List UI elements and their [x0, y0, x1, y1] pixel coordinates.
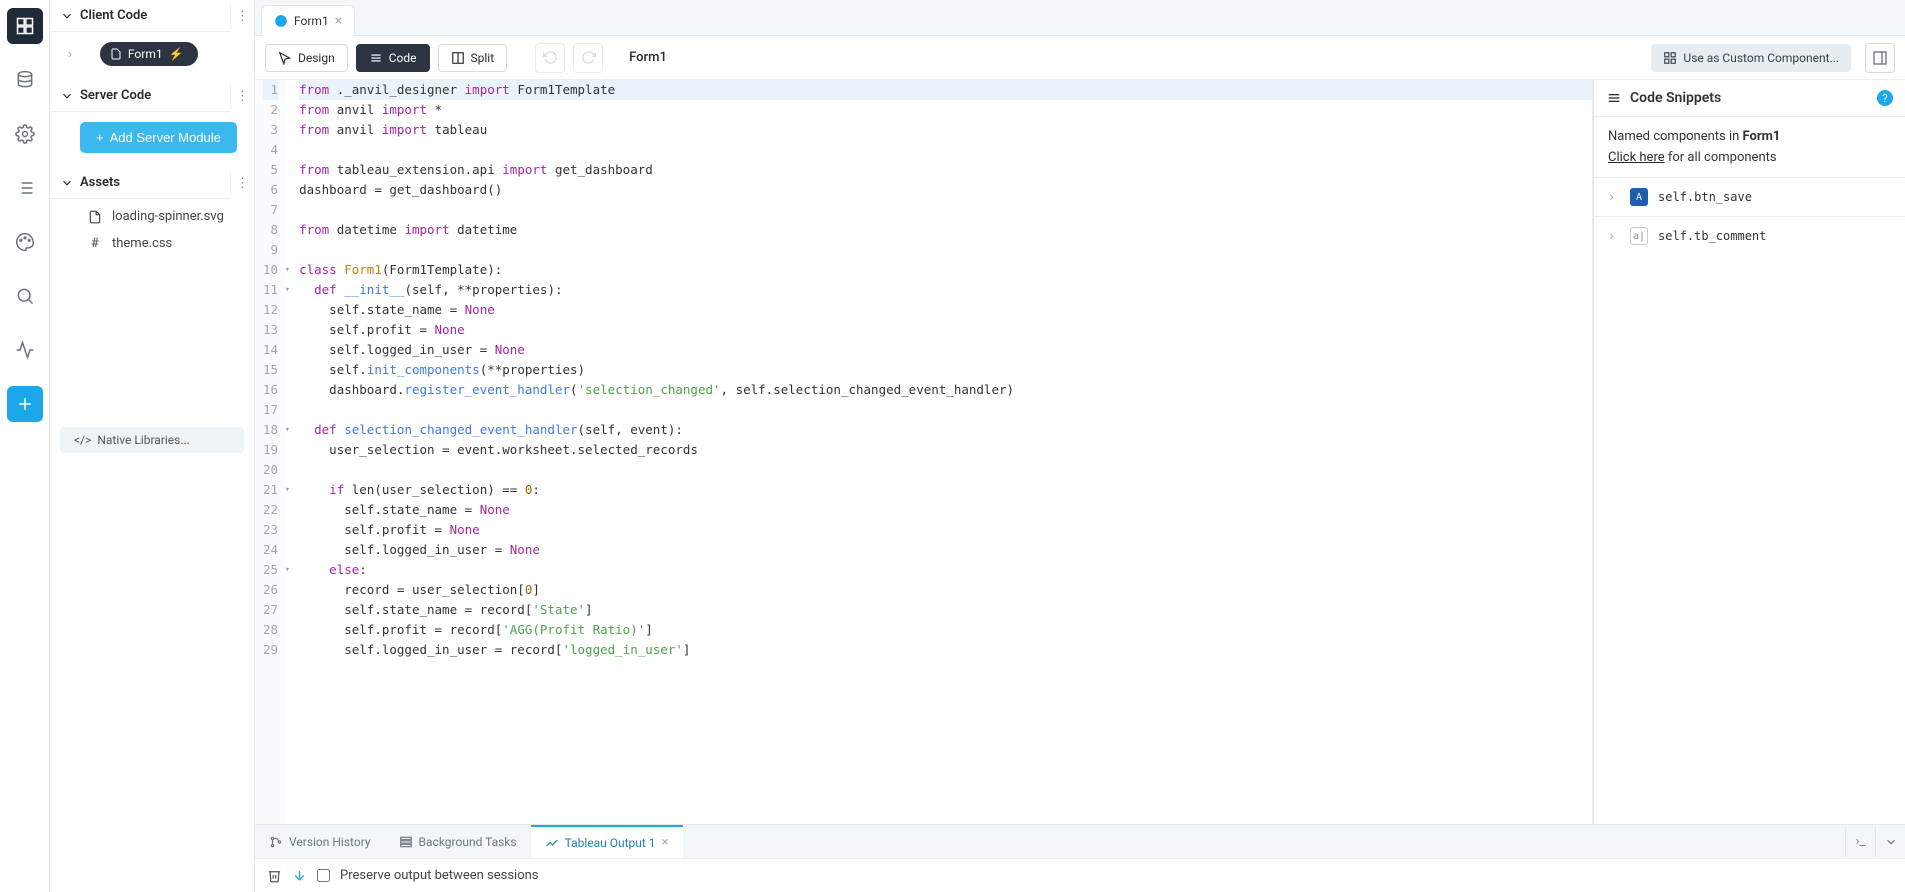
bottom-tabs: Version History Background Tasks Tableau…: [255, 824, 1905, 858]
output-bar: Preserve output between sessions: [255, 858, 1905, 892]
cursor-icon: [278, 51, 292, 65]
console-toggle[interactable]: ›_: [1845, 827, 1875, 857]
component-snippet[interactable]: ›a|self.tb_comment: [1594, 216, 1905, 255]
tab-tableau-output[interactable]: Tableau Output 1 ×: [531, 825, 683, 858]
toolbar: Design Code Split Form1 Use as Custom Co…: [255, 36, 1905, 80]
split-mode-button[interactable]: Split: [438, 44, 508, 72]
section-title: Assets: [80, 175, 220, 190]
nav-add-button[interactable]: [7, 386, 43, 422]
tab-bar: Form1 ×: [255, 0, 1905, 36]
button-label: Add Server Module: [110, 130, 221, 145]
section-client-code[interactable]: Client Code: [50, 0, 230, 32]
design-mode-button[interactable]: Design: [265, 44, 348, 72]
app-root: Client Code ⋮ › Form1 ⚡ Server Code ⋮: [0, 0, 1905, 892]
snippets-title: Code Snippets: [1630, 90, 1869, 106]
nav-theme-icon[interactable]: [7, 224, 43, 260]
trash-icon[interactable]: [267, 868, 282, 883]
list-icon: [369, 51, 383, 65]
code-lines: from ._anvil_designer import Form1Templa…: [285, 80, 1592, 824]
asset-name: loading-spinner.svg: [112, 209, 224, 224]
click-here-link[interactable]: Click here: [1608, 150, 1665, 165]
preserve-label: Preserve output between sessions: [340, 868, 539, 883]
chevron-down-icon: [60, 176, 74, 190]
chart-icon: [545, 836, 559, 850]
custom-component-button[interactable]: Use as Custom Component...: [1651, 44, 1851, 72]
branch-icon: [269, 835, 283, 849]
named-components-text: Named components in Form1: [1608, 129, 1891, 144]
file-tab[interactable]: Form1 ×: [261, 5, 355, 36]
component-snippet[interactable]: ›Aself.btn_save: [1594, 177, 1905, 216]
chevron-down-icon: [60, 89, 74, 103]
hash-icon: #: [88, 236, 102, 251]
toggle-panel-button[interactable]: [1865, 43, 1895, 73]
nav-settings-icon[interactable]: [7, 116, 43, 152]
code-mode-button[interactable]: Code: [356, 44, 430, 72]
line-gutter: 1234567891011121314151617181920212223242…: [255, 80, 285, 824]
editor-row: 1234567891011121314151617181920212223242…: [255, 80, 1905, 824]
form-name: Form1: [128, 47, 163, 61]
section-server-code[interactable]: Server Code: [50, 80, 230, 112]
form-item[interactable]: Form1 ⚡: [100, 42, 198, 66]
nav-list-icon[interactable]: [7, 170, 43, 206]
collapse-panel[interactable]: [1875, 827, 1905, 857]
main: Form1 × Design Code Split Form1: [255, 0, 1905, 892]
tab-version-history[interactable]: Version History: [255, 825, 385, 858]
add-server-module-button[interactable]: + Add Server Module: [80, 122, 237, 153]
redo-button[interactable]: [573, 43, 603, 73]
section-menu[interactable]: ⋮: [230, 171, 254, 195]
native-libraries-button[interactable]: </> Native Libraries...: [60, 427, 244, 453]
section-title: Client Code: [80, 8, 220, 23]
file-icon: [88, 210, 102, 224]
section-menu[interactable]: ⋮: [230, 4, 254, 28]
asset-item[interactable]: loading-spinner.svg: [60, 203, 244, 230]
list-icon: [1606, 90, 1622, 106]
nav-app-icon[interactable]: [7, 8, 43, 44]
form-icon: [274, 14, 288, 28]
section-menu[interactable]: ⋮: [230, 84, 254, 108]
code-editor[interactable]: 1234567891011121314151617181920212223242…: [255, 80, 1592, 824]
icon-rail: [0, 0, 50, 892]
snippets-body: Named components in Form1 Click here for…: [1594, 117, 1905, 177]
help-icon[interactable]: ?: [1877, 90, 1893, 106]
undo-button[interactable]: [535, 43, 565, 73]
asset-item[interactable]: # theme.css: [60, 230, 244, 257]
file-icon: [110, 48, 122, 60]
server-body: + Add Server Module: [50, 112, 254, 167]
component-list: ›Aself.btn_save›a|self.tb_comment: [1594, 177, 1905, 255]
file-tab-label: Form1: [294, 14, 329, 28]
nav-search-icon[interactable]: [7, 278, 43, 314]
preserve-output-checkbox[interactable]: [317, 869, 330, 882]
bolt-icon: ⚡: [169, 47, 184, 61]
close-tab[interactable]: ×: [662, 835, 669, 850]
code-pane: 1234567891011121314151617181920212223242…: [255, 80, 1593, 824]
plus-icon: +: [96, 130, 104, 145]
assets-body: loading-spinner.svg # theme.css: [50, 199, 254, 271]
client-body: › Form1 ⚡: [50, 32, 254, 80]
breadcrumb: Form1: [629, 50, 667, 65]
tasks-icon: [399, 835, 413, 849]
section-assets[interactable]: Assets: [50, 167, 230, 199]
code-snippets-panel: Code Snippets ? Named components in Form…: [1593, 80, 1905, 824]
nav-activity-icon[interactable]: [7, 332, 43, 368]
split-icon: [451, 51, 465, 65]
asset-name: theme.css: [112, 236, 172, 251]
nav-database-icon[interactable]: [7, 62, 43, 98]
native-libs-label: Native Libraries...: [97, 433, 190, 447]
all-components-link-row: Click here for all components: [1608, 150, 1891, 165]
chevron-down-icon: [60, 9, 74, 23]
tab-background-tasks[interactable]: Background Tasks: [385, 825, 531, 858]
section-title: Server Code: [80, 88, 220, 103]
snippets-header: Code Snippets ?: [1594, 80, 1905, 117]
code-icon: </>: [74, 433, 91, 447]
scroll-down-icon[interactable]: [292, 868, 307, 883]
component-icon: [1663, 51, 1677, 65]
sidebar: Client Code ⋮ › Form1 ⚡ Server Code ⋮: [50, 0, 255, 892]
close-tab[interactable]: ×: [335, 13, 342, 29]
